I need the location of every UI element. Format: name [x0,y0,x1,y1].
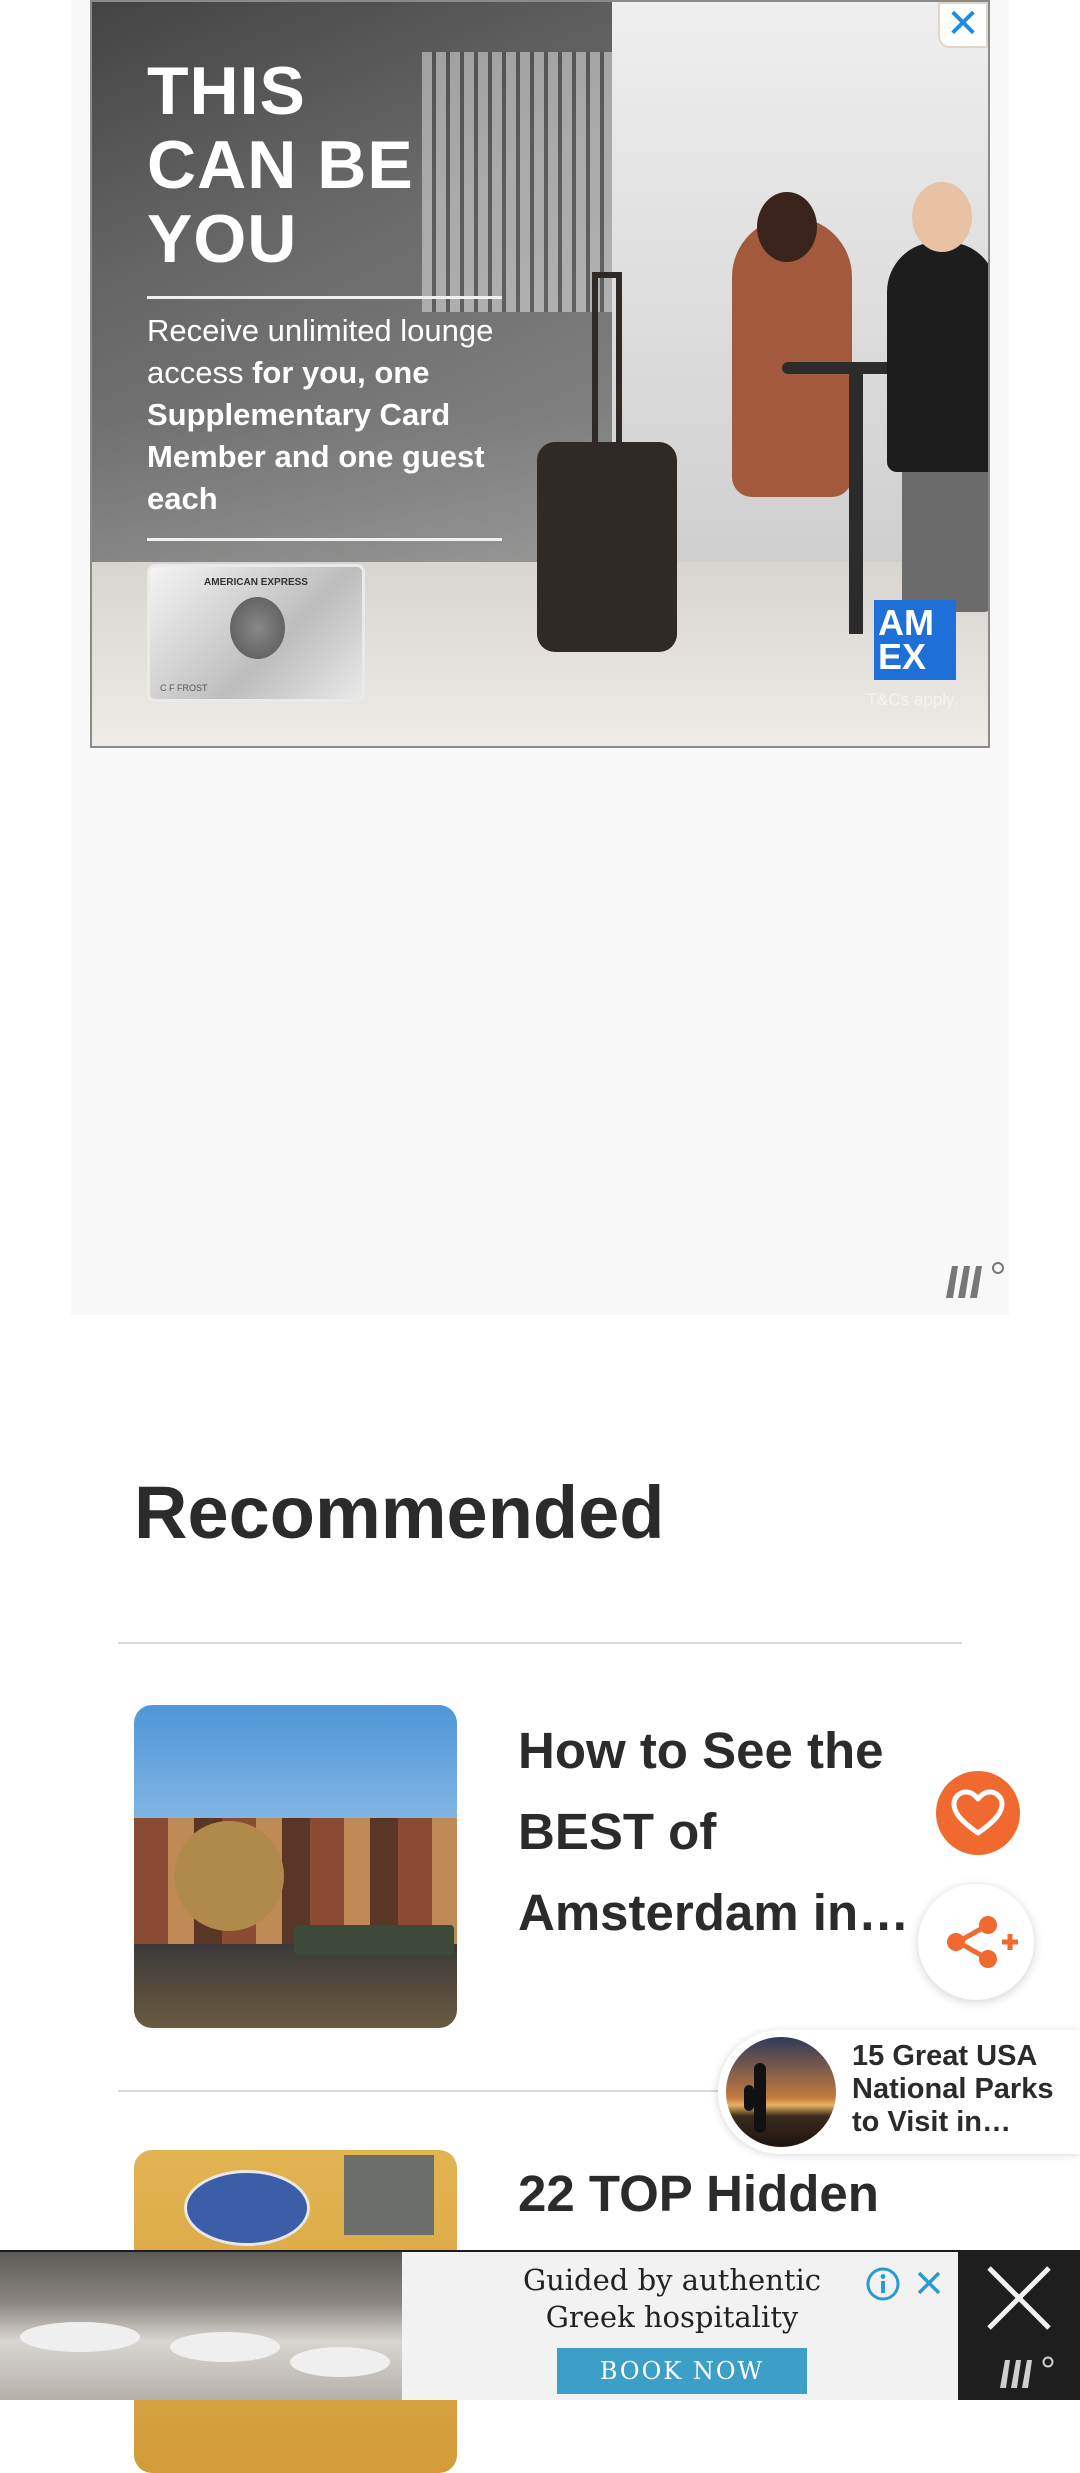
ad-divider-top [147,296,502,299]
suitcase-handle [592,272,622,442]
mediavine-logo-icon [946,1262,1004,1298]
book-now-button[interactable]: BOOK NOW [557,2348,807,2394]
bottom-ad-copy-panel: Guided by authentic Greek hospitality BO… [402,2252,958,2400]
table-shape [20,2322,140,2352]
amex-ad-banner[interactable]: THIS CAN BE YOU Receive unlimited lounge… [90,0,990,748]
ad-close-button[interactable]: ✕ [938,2,988,48]
ad-headline: THIS CAN BE YOU [147,53,414,277]
amex-platinum-card: AMERICAN EXPRESS C F FROST [147,564,365,702]
ad-person-man [887,242,988,472]
card-name: C F FROST [160,683,208,693]
bottom-ad-copy: Guided by authentic Greek hospitality [522,2263,822,2334]
card-title: AMERICAN EXPRESS [204,577,308,588]
slide-in-title: 15 Great USA National Parks to Visit in… [852,2040,1054,2138]
cactus-silhouette [754,2063,766,2133]
thumb-window [344,2155,434,2235]
card-portrait [230,597,285,659]
ad-terms: T&Cs apply. [866,690,958,709]
thumb-canal-water [134,1944,457,2028]
table-shape [290,2347,390,2377]
favorite-button[interactable] [936,1771,1020,1855]
table-shape [170,2332,280,2362]
ad-table-leg [849,374,863,634]
ad-divider-bottom [147,538,502,541]
slide-in-thumb [726,2037,836,2147]
close-icon[interactable] [983,2262,1055,2334]
suitcase [537,442,677,652]
recommended-heading: Recommended [134,1471,665,1554]
amex-logo: AM EX [874,600,956,680]
thumb-cafe-sign [184,2170,310,2246]
recommended-item-title[interactable]: 22 TOP Hidden [518,2153,938,2234]
ad-person-man-legs [902,462,988,612]
heart-icon [951,1789,1005,1836]
thumb-tree [174,1821,284,1932]
slide-in-recommendation[interactable]: 15 Great USA National Parks to Visit in… [718,2030,1080,2154]
restaurant-photo [0,2252,402,2400]
recommended-thumb-amsterdam[interactable] [134,1705,457,2028]
share-button[interactable] [918,1884,1034,2000]
bottom-sticky-ad[interactable]: Guided by authentic Greek hospitality BO… [0,2250,1080,2400]
info-icon[interactable] [865,2266,901,2302]
recommended-item-title[interactable]: How to See the BEST of Amsterdam in… [518,1710,938,1953]
close-icon[interactable] [912,2266,946,2300]
ad-person-woman-head [757,192,817,262]
ad-body-text: Receive unlimited lounge access for you,… [147,310,527,520]
share-plus-icon [947,1916,1018,1968]
ad-person-man-head [912,182,972,252]
bottom-ad-close-panel[interactable] [958,2250,1080,2400]
divider [118,1642,962,1644]
mediavine-logo-icon [1000,2356,1054,2388]
thumb-houseboat [294,1924,454,1955]
cactus-arm [744,2085,754,2111]
